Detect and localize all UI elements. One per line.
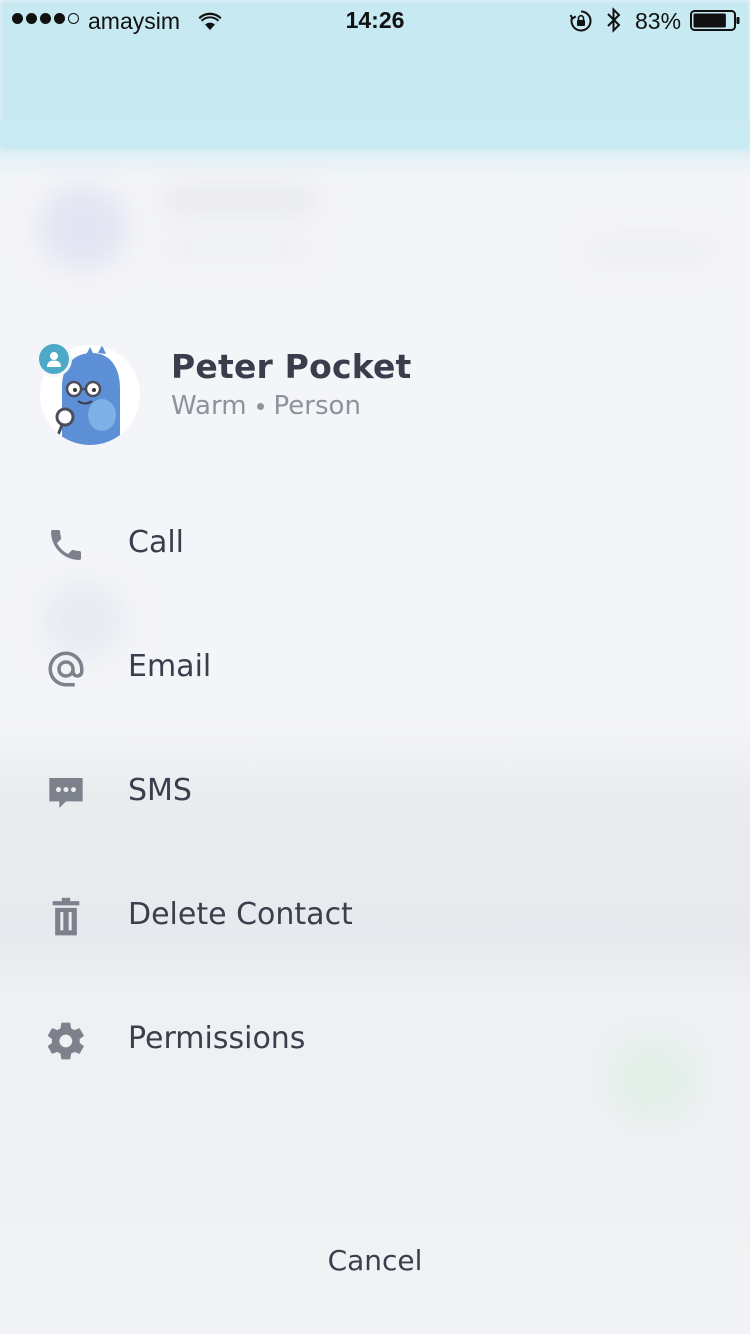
at-icon bbox=[40, 643, 92, 695]
gear-icon bbox=[40, 1015, 92, 1067]
sms-action[interactable]: SMS bbox=[0, 743, 750, 843]
action-sheet-screen: amaysim 14:26 83% Peter Pocket Warm Pers… bbox=[0, 0, 750, 1334]
separator-dot bbox=[256, 402, 264, 410]
contact-status: Warm bbox=[171, 391, 247, 421]
background-avatar-blur bbox=[38, 185, 128, 270]
battery-icon bbox=[690, 10, 740, 31]
delete-contact-label: Delete Contact bbox=[128, 897, 353, 932]
email-action[interactable]: Email bbox=[0, 619, 750, 719]
rotation-lock-icon bbox=[569, 10, 592, 32]
sms-label: SMS bbox=[128, 773, 192, 808]
bluetooth-icon bbox=[607, 7, 621, 33]
person-icon bbox=[47, 352, 61, 367]
trash-icon bbox=[40, 891, 92, 943]
battery-percentage: 83% bbox=[635, 8, 682, 34]
contact-type: Person bbox=[273, 391, 361, 421]
person-badge bbox=[36, 341, 72, 377]
phone-icon bbox=[40, 519, 92, 571]
permissions-action[interactable]: Permissions bbox=[0, 991, 750, 1091]
permissions-label: Permissions bbox=[128, 1021, 306, 1056]
cancel-button[interactable]: Cancel bbox=[275, 1230, 475, 1290]
background-text-blur bbox=[165, 190, 315, 210]
call-label: Call bbox=[128, 525, 185, 560]
background-header-fade bbox=[0, 120, 750, 180]
email-label: Email bbox=[128, 649, 212, 684]
status-bar: amaysim 14:26 83% bbox=[0, 0, 750, 40]
chat-icon bbox=[40, 767, 92, 819]
background-text-blur bbox=[165, 238, 305, 256]
background-text-blur bbox=[590, 238, 710, 262]
delete-contact-action[interactable]: Delete Contact bbox=[0, 867, 750, 967]
contact-subtitle: Warm Person bbox=[171, 391, 361, 421]
contact-name: Peter Pocket bbox=[171, 347, 412, 386]
call-action[interactable]: Call bbox=[0, 495, 750, 595]
